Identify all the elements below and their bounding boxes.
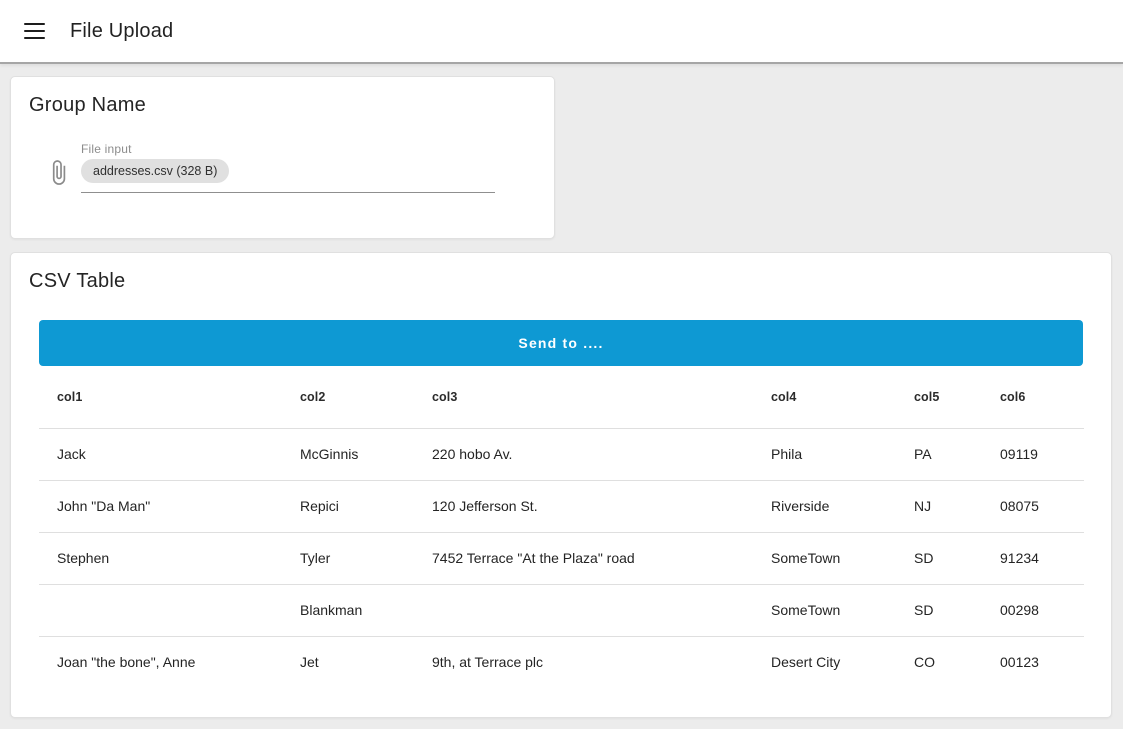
table-cell: 08075 (982, 480, 1084, 532)
table-cell: Jack (39, 428, 282, 480)
table-cell: John "Da Man" (39, 480, 282, 532)
column-header: col2 (282, 366, 414, 428)
table-body: JackMcGinnis220 hobo Av.PhilaPA09119John… (39, 428, 1084, 688)
table-cell: 00298 (982, 584, 1084, 636)
table-cell: Phila (753, 428, 896, 480)
column-header: col1 (39, 366, 282, 428)
hamburger-menu-icon[interactable] (18, 15, 50, 47)
table-cell: Blankman (282, 584, 414, 636)
hamburger-menu-lines (24, 23, 45, 40)
table-cell (414, 584, 753, 636)
file-input-row: File input addresses.csv (328 B) (45, 142, 554, 193)
table-header-row: col1col2col3col4col5col6 (39, 366, 1084, 428)
paperclip-icon[interactable] (45, 159, 72, 186)
app-bar: File Upload (0, 0, 1123, 64)
table-cell: 7452 Terrace "At the Plaza" road (414, 532, 753, 584)
table-cell: Joan "the bone", Anne (39, 636, 282, 688)
column-header: col5 (896, 366, 982, 428)
table-cell: SD (896, 532, 982, 584)
table-cell: 9th, at Terrace plc (414, 636, 753, 688)
table-row: Joan "the bone", AnneJet9th, at Terrace … (39, 636, 1084, 688)
table-cell: Jet (282, 636, 414, 688)
table-cell: SD (896, 584, 982, 636)
table-row: StephenTyler7452 Terrace "At the Plaza" … (39, 532, 1084, 584)
table-row: John "Da Man"Repici120 Jefferson St.Rive… (39, 480, 1084, 532)
send-button[interactable]: Send to .... (39, 320, 1083, 366)
table-cell: 220 hobo Av. (414, 428, 753, 480)
table-cell: CO (896, 636, 982, 688)
csv-table-card: CSV Table Send to .... col1col2col3col4c… (10, 252, 1112, 718)
table-row: Blankman SomeTownSD00298 (39, 584, 1084, 636)
app-bar-title: File Upload (70, 20, 173, 43)
table-cell: 09119 (982, 428, 1084, 480)
table-cell: Desert City (753, 636, 896, 688)
table-cell: PA (896, 428, 982, 480)
table-cell: Repici (282, 480, 414, 532)
table-cell: McGinnis (282, 428, 414, 480)
file-chip[interactable]: addresses.csv (328 B) (81, 159, 229, 183)
table-cell: Riverside (753, 480, 896, 532)
table-cell: 91234 (982, 532, 1084, 584)
upload-card-title: Group Name (11, 77, 554, 117)
table-cell: Stephen (39, 532, 282, 584)
file-input-underline (81, 192, 495, 193)
csv-table: col1col2col3col4col5col6 JackMcGinnis220… (39, 366, 1084, 688)
table-card-title: CSV Table (11, 253, 1111, 293)
table-cell: 120 Jefferson St. (414, 480, 753, 532)
column-header: col6 (982, 366, 1084, 428)
column-header: col3 (414, 366, 753, 428)
table-cell: 00123 (982, 636, 1084, 688)
table-cell: SomeTown (753, 584, 896, 636)
csv-table-wrapper: col1col2col3col4col5col6 JackMcGinnis220… (39, 366, 1083, 688)
table-cell (39, 584, 282, 636)
column-header: col4 (753, 366, 896, 428)
table-row: JackMcGinnis220 hobo Av.PhilaPA09119 (39, 428, 1084, 480)
file-input-label: File input (81, 142, 495, 156)
table-cell: Tyler (282, 532, 414, 584)
group-name-card: Group Name File input addresses.csv (328… (10, 76, 555, 239)
table-cell: SomeTown (753, 532, 896, 584)
file-input[interactable]: File input addresses.csv (328 B) (81, 142, 495, 193)
table-cell: NJ (896, 480, 982, 532)
page-content: Group Name File input addresses.csv (328… (0, 64, 1123, 718)
